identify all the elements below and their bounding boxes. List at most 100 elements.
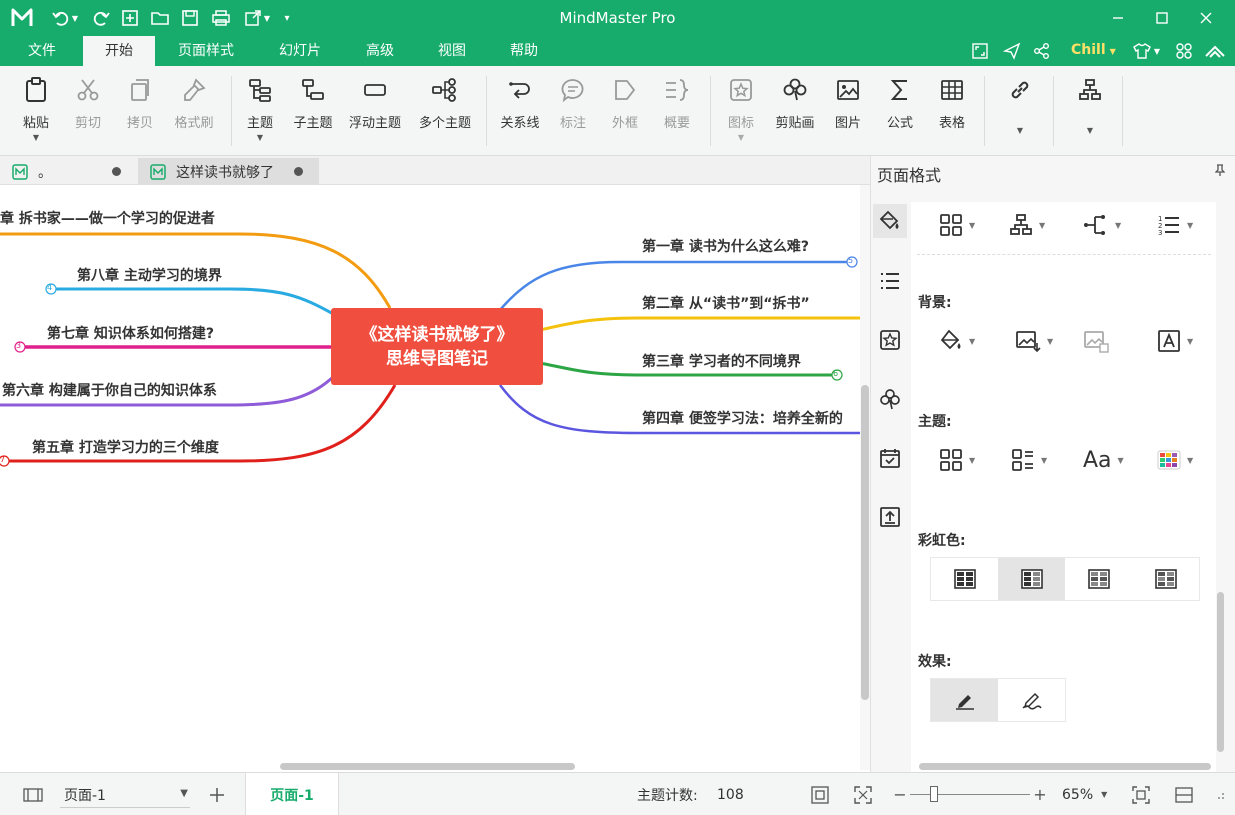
formula-button[interactable]: 公式 — [878, 74, 922, 150]
numbering-dropdown[interactable]: 1 2 3 ▼ — [1157, 210, 1193, 240]
panel-horizontal-scrollbar[interactable] — [919, 763, 1211, 770]
export-icon[interactable]: ▼ — [240, 6, 274, 30]
topic-chapter-2[interactable]: 第二章 从“读书”到“拆书” — [642, 293, 810, 313]
redo-icon[interactable] — [90, 6, 112, 30]
rainbow-option-1[interactable] — [931, 558, 998, 600]
topic-chapter-3[interactable]: 第三章 学习者的不同境界 — [642, 351, 801, 371]
menu-page-style[interactable]: 页面样式 — [165, 36, 247, 66]
mark-star-icon[interactable] — [873, 323, 907, 357]
customize-quick-access-icon[interactable]: ▾ — [280, 6, 294, 30]
fullscreen-view-icon[interactable] — [851, 773, 875, 815]
summary-button[interactable]: 概要 — [654, 74, 700, 150]
background-image-dropdown[interactable]: ▼ — [1015, 326, 1053, 356]
relationship-button[interactable]: 关系线 — [494, 74, 546, 150]
topic-chapter-4[interactable]: 第四章 便签学习法：培养全新的 — [642, 408, 843, 428]
skin-icon[interactable]: ▼ — [1128, 40, 1164, 62]
fit-width-icon[interactable] — [1130, 773, 1152, 815]
menu-file[interactable]: 文件 — [12, 36, 72, 66]
menu-help[interactable]: 帮助 — [499, 36, 549, 66]
share-icon[interactable] — [1030, 40, 1054, 62]
structure-dropdown[interactable]: ▼ — [1009, 210, 1045, 240]
send-icon[interactable] — [1000, 40, 1024, 62]
resize-grip-icon[interactable] — [1213, 773, 1227, 815]
topic-chapter-8[interactable]: 第八章 主动学习的境界 — [77, 265, 222, 285]
doc-tab-2[interactable]: 这样读书就够了 — [138, 158, 319, 185]
icon-button[interactable]: 图标 ▼ — [718, 74, 764, 150]
maximize-icon[interactable] — [1142, 4, 1182, 32]
rainbow-option-3[interactable] — [1065, 558, 1132, 600]
rainbow-option-4[interactable] — [1132, 558, 1199, 600]
floating-topic-button[interactable]: 浮动主题 — [343, 74, 407, 150]
page-tab-1[interactable]: 页面-1 — [245, 773, 339, 815]
menu-view[interactable]: 视图 — [427, 36, 477, 66]
central-topic[interactable]: 《这样读书就够了》 思维导图笔记 — [331, 308, 543, 385]
callout-button[interactable]: 标注 — [550, 74, 596, 150]
topic-chapter-9[interactable]: 章 拆书家——做一个学习的促进者 — [0, 208, 215, 228]
menu-slideshow[interactable]: 幻灯片 — [265, 36, 335, 66]
print-icon[interactable] — [208, 6, 234, 30]
effect-normal-option[interactable] — [931, 679, 998, 721]
zoom-level[interactable]: 65% ▼ — [1062, 773, 1107, 815]
add-page-icon[interactable] — [204, 773, 230, 815]
connector-style-dropdown[interactable]: ▼ — [1083, 210, 1121, 240]
apps-icon[interactable] — [1172, 40, 1196, 62]
watermark-dropdown[interactable]: ▼ — [1157, 326, 1193, 356]
collapse-panel-icon[interactable] — [1173, 773, 1195, 815]
clipart-button[interactable]: 剪贴画 — [770, 74, 820, 150]
clipart-clover-icon[interactable] — [873, 382, 907, 416]
rainbow-option-2[interactable] — [998, 558, 1065, 600]
multiple-topics-button[interactable]: 多个主题 — [413, 74, 477, 150]
tab-close-dot[interactable] — [294, 167, 303, 176]
fill-color-dropdown[interactable]: ▼ — [939, 326, 975, 356]
theme-layout-dropdown[interactable]: ▼ — [939, 445, 975, 475]
layout-grid-dropdown[interactable]: ▼ — [939, 210, 975, 240]
close-icon[interactable] — [1186, 4, 1226, 32]
tab-close-dot[interactable] — [112, 167, 121, 176]
zoom-in-icon[interactable]: + — [1033, 773, 1047, 815]
page-panel-toggle-icon[interactable] — [20, 773, 46, 815]
minimize-icon[interactable] — [1098, 4, 1138, 32]
outline-list-icon[interactable] — [873, 264, 907, 298]
boundary-button[interactable]: 外框 — [602, 74, 648, 150]
theme-color-dropdown[interactable]: ▼ — [1157, 445, 1193, 475]
paste-button[interactable]: 粘贴 ▼ — [14, 74, 58, 150]
fit-page-icon[interactable] — [808, 773, 832, 815]
open-folder-icon[interactable] — [148, 6, 172, 30]
page-select-dropdown[interactable]: 页面-1 ▼ — [60, 782, 190, 808]
user-name[interactable]: Chill ▼ — [1071, 42, 1116, 58]
format-painter-button[interactable]: 格式刷 — [166, 74, 222, 150]
mindmap-canvas[interactable]: 5 6 4 3 7 《这样读书就够了》 思维导图笔记 第一章 读书为什么这么难?… — [0, 185, 860, 770]
new-file-icon[interactable] — [118, 6, 142, 30]
menu-advanced[interactable]: 高级 — [355, 36, 405, 66]
topic-chapter-7[interactable]: 第七章 知识体系如何搭建? — [47, 323, 214, 343]
canvas-vertical-scrollbar[interactable] — [860, 185, 870, 770]
save-icon[interactable] — [178, 6, 202, 30]
zoom-slider[interactable] — [910, 786, 1030, 802]
task-calendar-icon[interactable] — [873, 441, 907, 475]
export-upload-icon[interactable] — [873, 500, 907, 534]
collapse-ribbon-icon[interactable] — [1202, 40, 1228, 62]
pin-icon[interactable] — [1215, 164, 1225, 176]
theme-font-dropdown[interactable]: Aa ▼ — [1083, 445, 1124, 475]
theme-style-dropdown[interactable]: ▼ — [1011, 445, 1047, 475]
zoom-out-icon[interactable]: − — [893, 773, 907, 815]
topic-chapter-6[interactable]: 第六章 构建属于你自己的知识体系 — [2, 380, 217, 400]
fullscreen-icon[interactable] — [968, 40, 992, 62]
menu-home[interactable]: 开始 — [83, 36, 155, 66]
canvas-horizontal-scrollbar[interactable] — [0, 762, 860, 770]
doc-tab-1[interactable]: 。 — [0, 158, 135, 185]
topic-chapter-1[interactable]: 第一章 读书为什么这么难? — [642, 236, 809, 256]
subtopic-button[interactable]: 子主题 — [288, 74, 338, 150]
topic-chapter-5[interactable]: 第五章 打造学习力的三个维度 — [32, 437, 219, 457]
undo-icon[interactable]: ▼ — [50, 6, 80, 30]
remove-background-button[interactable] — [1083, 326, 1109, 356]
table-button[interactable]: 表格 — [930, 74, 974, 150]
topic-button[interactable]: 主题 ▼ — [238, 74, 282, 150]
hyperlink-button[interactable]: ▼ — [998, 74, 1042, 150]
format-paint-icon[interactable] — [873, 204, 907, 238]
effect-handdrawn-option[interactable] — [998, 679, 1065, 721]
panel-vertical-scrollbar[interactable] — [1216, 202, 1226, 772]
picture-button[interactable]: 图片 — [826, 74, 870, 150]
cut-button[interactable]: 剪切 — [66, 74, 110, 150]
copy-button[interactable]: 拷贝 — [118, 74, 162, 150]
